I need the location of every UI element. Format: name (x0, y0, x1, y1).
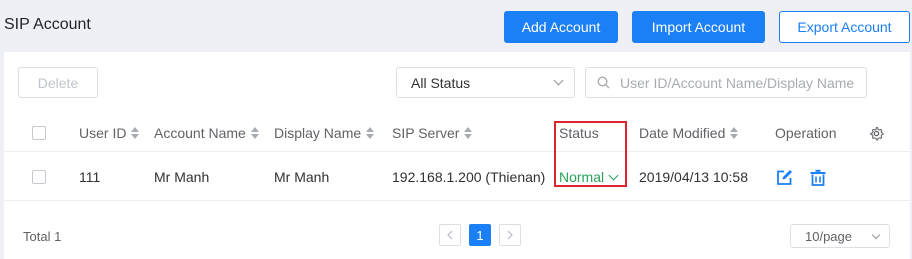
column-account-name[interactable]: Account Name (154, 125, 260, 141)
sort-icon[interactable] (366, 127, 375, 139)
column-label: Account Name (154, 125, 246, 141)
accounts-panel: Delete All Status User ID/Account Name/D… (4, 52, 910, 259)
page-title: SIP Account (4, 16, 91, 33)
status-filter-select[interactable]: All Status (396, 67, 575, 98)
column-date-modified[interactable]: Date Modified (639, 125, 739, 141)
column-display-name[interactable]: Display Name (274, 125, 375, 141)
chevron-down-icon (553, 75, 564, 86)
page-size-select[interactable]: 10/page (790, 224, 890, 248)
sort-icon[interactable] (464, 127, 473, 139)
cell-display-name: Mr Manh (274, 169, 330, 185)
export-account-button[interactable]: Export Account (779, 11, 910, 43)
sort-icon[interactable] (730, 127, 739, 139)
import-account-button[interactable]: Import Account (632, 11, 765, 43)
prev-page-button[interactable] (439, 224, 461, 246)
cell-account-name: Mr Manh (154, 169, 210, 185)
sort-icon[interactable] (131, 127, 140, 139)
total-count: Total 1 (23, 229, 62, 244)
page-number-button[interactable]: 1 (469, 224, 491, 246)
gear-icon[interactable] (869, 126, 884, 141)
select-all-checkbox[interactable] (32, 126, 46, 140)
next-page-button[interactable] (499, 224, 521, 246)
trash-icon[interactable] (810, 169, 826, 186)
column-label: SIP Server (392, 125, 460, 141)
search-icon (597, 76, 610, 89)
table-header: User ID Account Name Display Name SIP Se… (4, 114, 910, 152)
chevron-down-icon (871, 230, 881, 240)
column-user-id[interactable]: User ID (79, 125, 140, 141)
page-size-value: 10/page (805, 228, 852, 244)
row-checkbox[interactable] (32, 170, 46, 184)
table-row: 111 Mr Manh Mr Manh 192.168.1.200 (Thien… (4, 153, 910, 201)
column-operation: Operation (775, 125, 836, 141)
edit-icon[interactable] (776, 169, 793, 186)
search-placeholder: User ID/Account Name/Display Name (620, 74, 855, 91)
add-account-button[interactable]: Add Account (504, 11, 618, 43)
column-sip-server[interactable]: SIP Server (392, 125, 473, 141)
column-label: User ID (79, 125, 127, 141)
cell-date-modified: 2019/04/13 10:58 (639, 169, 748, 185)
delete-button[interactable]: Delete (18, 67, 98, 98)
cell-user-id: 111 (79, 169, 101, 185)
chevron-right-icon (507, 230, 513, 240)
column-label: Display Name (274, 125, 362, 141)
column-label: Date Modified (639, 125, 726, 141)
status-filter-value: All Status (411, 74, 471, 91)
cell-sip-server: 192.168.1.200 (Thienan) (392, 169, 546, 185)
column-label: Operation (775, 125, 837, 141)
sort-icon[interactable] (250, 127, 260, 139)
status-highlight-box (554, 121, 627, 187)
search-input[interactable]: User ID/Account Name/Display Name (585, 67, 867, 98)
chevron-left-icon (447, 230, 453, 240)
